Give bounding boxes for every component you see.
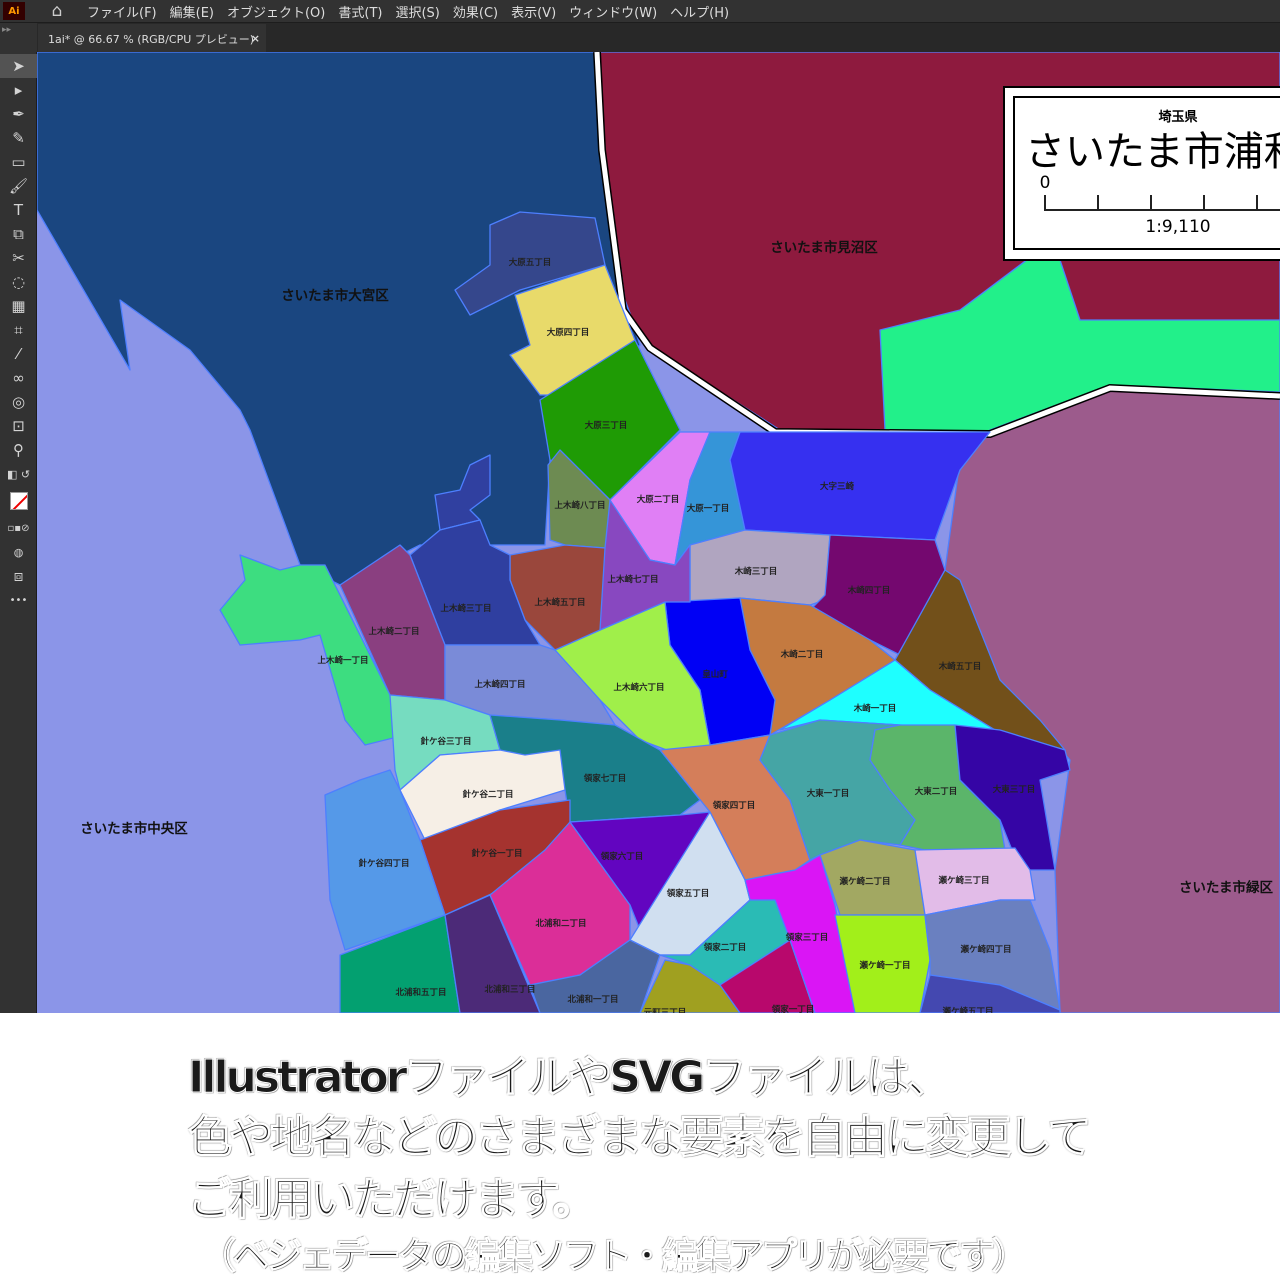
- caption-line-1: IllustratorファイルやSVGファイルは、: [187, 1052, 951, 1104]
- screen-mode-icon[interactable]: ⧈: [0, 564, 37, 588]
- district-label: 木崎四丁目: [847, 585, 891, 596]
- shape-builder-tool-icon[interactable]: ◎: [0, 390, 37, 414]
- district-label: 上木崎五丁目: [534, 597, 585, 608]
- scale-tool-icon[interactable]: ⧉: [0, 222, 37, 246]
- blend-tool-icon[interactable]: ∞: [0, 366, 37, 390]
- curvature-tool-icon[interactable]: ✎: [0, 126, 37, 150]
- rectangle-tool-icon[interactable]: ▭: [0, 150, 37, 174]
- menu-help[interactable]: ヘルプ(H): [670, 2, 729, 21]
- caption-line-3: ご利用いただけます。: [188, 1174, 598, 1226]
- district-label: 大東二丁目: [915, 786, 958, 797]
- artboard-map[interactable]: 大原五丁目大原四丁目大原三丁目大原二丁目 大原一丁目 大字三崎木崎三丁目木崎四丁目木…: [37, 52, 1280, 1013]
- district-label: 領家一丁目: [771, 1004, 815, 1013]
- district-label: 領家七丁目: [583, 773, 627, 784]
- district-label: 大原五丁目: [509, 257, 552, 268]
- district-label: 上木崎七丁目: [607, 574, 658, 585]
- prefecture-label: 埼玉県: [1158, 109, 1197, 125]
- district-label: 瀬ケ崎五丁目: [942, 1006, 993, 1013]
- scale-zero-label: 0: [1040, 173, 1051, 193]
- swap-colors-icon[interactable]: ◧ ↺: [0, 462, 37, 486]
- scissors-tool-icon[interactable]: ✂: [0, 246, 37, 270]
- close-tab-icon[interactable]: ×: [251, 32, 260, 45]
- menu-select[interactable]: 選択(S): [395, 2, 439, 21]
- district-label: 大原一丁目: [687, 503, 730, 514]
- document-tab-title: 1ai* @ 66.67 % (RGB/CPU プレビュー): [48, 32, 255, 46]
- district-label: 上木崎六丁目: [613, 682, 664, 693]
- district-label: 領家三丁目: [785, 932, 829, 943]
- menu-window[interactable]: ウィンドウ(W): [569, 2, 657, 21]
- district-label: 木崎三丁目: [734, 566, 778, 577]
- selection-tool-icon[interactable]: ➤: [0, 54, 37, 78]
- panel-collapse-icon[interactable]: ▸▸: [0, 23, 37, 53]
- zoom-tool-icon[interactable]: ⚲: [0, 438, 37, 462]
- district-label: 大原四丁目: [547, 327, 590, 338]
- menu-file[interactable]: ファイル(F): [87, 2, 157, 21]
- district-label: 上木崎二丁目: [368, 626, 419, 637]
- artboard-tool-icon[interactable]: ⊡: [0, 414, 37, 438]
- fill-stroke-icon[interactable]: [0, 486, 37, 516]
- tab-bar: ▸▸ 1ai* @ 66.67 % (RGB/CPU プレビュー) ×: [0, 22, 1280, 53]
- scale-label: 1:9,110: [1145, 217, 1210, 237]
- gradient-tool-icon[interactable]: ▦: [0, 294, 37, 318]
- draw-modes-icon[interactable]: ▫▪⊘: [0, 516, 37, 540]
- district-label: 北浦和一丁目: [567, 994, 618, 1005]
- ward-label-minuma: さいたま市見沼区: [770, 239, 878, 256]
- district-label: 木崎一丁目: [853, 703, 897, 714]
- caption-area: IllustratorファイルやSVGファイルは、 色や地名などのさまざまな要素…: [0, 1013, 1280, 1280]
- district-label: 上木崎八丁目: [554, 500, 605, 511]
- district-label: 針ケ谷四丁目: [358, 858, 409, 869]
- district-label: 上木崎四丁目: [474, 679, 525, 690]
- home-icon[interactable]: ⌂: [45, 1, 69, 21]
- app-logo: Ai: [3, 2, 25, 20]
- district-label: 木崎五丁目: [938, 661, 982, 672]
- menu-bar: Ai ⌂ ファイル(F) 編集(E) オブジェクト(O) 書式(T) 選択(S)…: [0, 0, 1280, 22]
- lasso-tool-icon[interactable]: ◌: [0, 270, 37, 294]
- menu-type[interactable]: 書式(T): [338, 2, 382, 21]
- eyedropper-tool-icon[interactable]: ⁄: [0, 342, 37, 366]
- district-label: 大字三崎: [820, 481, 855, 492]
- district-label: 針ケ谷一丁目: [471, 848, 522, 859]
- menu-view[interactable]: 表示(V): [511, 2, 556, 21]
- district-label: 瀬ケ崎一丁目: [859, 960, 910, 971]
- district-label: 領家四丁目: [712, 800, 756, 811]
- district-label: 針ケ谷三丁目: [420, 736, 471, 747]
- draw-inside-icon[interactable]: ◍: [0, 540, 37, 564]
- district-label: 大東三丁目: [993, 784, 1036, 795]
- ward-label-midori: さいたま市緑区: [1179, 879, 1274, 896]
- ward-label-chuo: さいたま市中央区: [80, 820, 188, 837]
- district-label: 大原二丁目: [637, 494, 680, 505]
- district-label: 北浦和二丁目: [535, 918, 586, 929]
- type-tool-icon[interactable]: T: [0, 198, 37, 222]
- district-label: 上木崎一丁目: [317, 655, 368, 666]
- caption-line-4: （ベジェデータの編集ソフト・編集アプリが必要です）: [199, 1236, 1028, 1278]
- district-label: 瀬ケ崎二丁目: [839, 876, 890, 887]
- district-label: 瀬ケ崎三丁目: [938, 875, 989, 886]
- district-label: 領家二丁目: [703, 942, 747, 953]
- district-label: 大東一丁目: [807, 788, 850, 799]
- district-label: 上木崎三丁目: [440, 603, 491, 614]
- district-label: 針ケ谷二丁目: [462, 789, 513, 800]
- caption-line-2: 色や地名などのさまざまな要素を自由に変更して: [188, 1112, 1093, 1164]
- district-label: 領家六丁目: [600, 851, 644, 862]
- menu-object[interactable]: オブジェクト(O): [227, 2, 325, 21]
- more-tools-icon[interactable]: •••: [0, 588, 37, 612]
- ward-label-omiya: さいたま市大宮区: [281, 287, 389, 304]
- district-label: 大原三丁目: [585, 420, 628, 431]
- district-label: 領家五丁目: [666, 888, 710, 899]
- direct-selection-tool-icon[interactable]: ▸: [0, 78, 37, 102]
- document-tab[interactable]: 1ai* @ 66.67 % (RGB/CPU プレビュー) ×: [38, 24, 266, 53]
- district-label: 皇山町: [702, 669, 728, 680]
- district-label: 北浦和三丁目: [484, 984, 535, 995]
- menu-effect[interactable]: 効果(C): [453, 2, 498, 21]
- title-box: 埼玉県 さいたま市浦和 0 1:9,110: [1003, 86, 1280, 261]
- district-label: 瀬ケ崎四丁目: [960, 944, 1011, 955]
- tools-panel: ➤ ▸ ✒ ✎ ▭ 🖌 T ⧉ ✂ ◌ ▦ ⌗ ⁄ ∞ ◎ ⊡ ⚲ ◧ ↺ ▫▪…: [0, 52, 37, 1013]
- mesh-tool-icon[interactable]: ⌗: [0, 318, 37, 342]
- district-label: 木崎二丁目: [780, 649, 824, 660]
- pen-tool-icon[interactable]: ✒: [0, 102, 37, 126]
- paintbrush-tool-icon[interactable]: 🖌: [0, 174, 37, 198]
- map-title: さいたま市浦和: [1025, 129, 1280, 175]
- menu-edit[interactable]: 編集(E): [170, 2, 214, 21]
- district-label: 北浦和五丁目: [395, 987, 446, 998]
